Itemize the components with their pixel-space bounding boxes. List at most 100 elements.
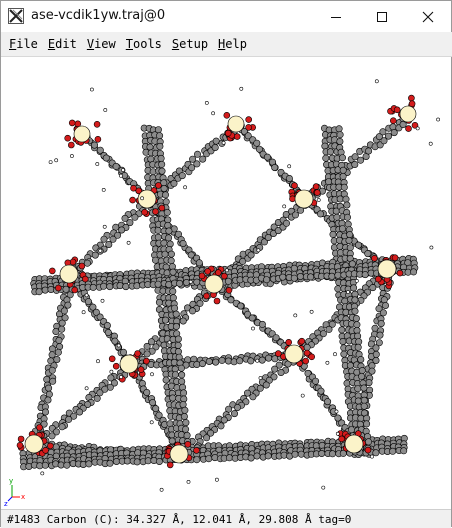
- carbon-atom[interactable]: [205, 455, 213, 463]
- oxygen-atom[interactable]: [143, 357, 150, 365]
- carbon-atom[interactable]: [321, 142, 329, 150]
- oxygen-atom[interactable]: [134, 350, 141, 357]
- carbon-atom[interactable]: [100, 282, 108, 290]
- carbon-atom[interactable]: [162, 316, 170, 324]
- oxygen-atom[interactable]: [141, 208, 148, 216]
- carbon-atom[interactable]: [89, 283, 97, 291]
- menu-view[interactable]: View: [82, 34, 121, 54]
- oxygen-atom[interactable]: [68, 119, 76, 127]
- carbon-atom[interactable]: [56, 343, 64, 351]
- carbon-atom[interactable]: [118, 226, 126, 234]
- metal-atom[interactable]: [59, 264, 79, 284]
- carbon-atom[interactable]: [169, 287, 177, 295]
- carbon-atom[interactable]: [158, 160, 166, 168]
- metal-atom[interactable]: [377, 259, 397, 279]
- carbon-atom[interactable]: [157, 154, 165, 162]
- carbon-atom[interactable]: [376, 331, 384, 339]
- oxygen-atom[interactable]: [291, 182, 298, 189]
- carbon-atom[interactable]: [162, 198, 170, 206]
- carbon-atom[interactable]: [52, 327, 60, 335]
- carbon-atom[interactable]: [343, 379, 351, 387]
- carbon-atom[interactable]: [58, 319, 66, 327]
- carbon-atom[interactable]: [174, 335, 182, 343]
- carbon-atom[interactable]: [84, 298, 92, 306]
- carbon-atom[interactable]: [113, 457, 121, 465]
- hydrogen-atom[interactable]: [287, 164, 292, 169]
- carbon-atom[interactable]: [111, 337, 119, 345]
- oxygen-atom[interactable]: [64, 134, 72, 142]
- carbon-atom[interactable]: [35, 288, 43, 296]
- carbon-atom[interactable]: [340, 350, 348, 358]
- carbon-atom[interactable]: [290, 264, 298, 272]
- carbon-atom[interactable]: [352, 314, 360, 322]
- carbon-atom[interactable]: [351, 307, 359, 315]
- oxygen-atom[interactable]: [78, 262, 86, 270]
- oxygen-atom[interactable]: [203, 292, 210, 300]
- carbon-atom[interactable]: [328, 450, 336, 458]
- oxygen-atom[interactable]: [338, 435, 345, 443]
- carbon-atom[interactable]: [165, 227, 173, 235]
- carbon-atom[interactable]: [330, 244, 338, 252]
- menu-help[interactable]: Help: [213, 34, 252, 54]
- carbon-atom[interactable]: [348, 260, 356, 268]
- carbon-atom[interactable]: [143, 388, 151, 396]
- carbon-atom[interactable]: [360, 396, 368, 404]
- carbon-atom[interactable]: [182, 419, 190, 427]
- carbon-atom[interactable]: [179, 240, 187, 248]
- carbon-atom[interactable]: [336, 138, 344, 146]
- carbon-atom[interactable]: [158, 167, 166, 175]
- hydrogen-atom[interactable]: [159, 487, 164, 492]
- carbon-atom[interactable]: [247, 251, 255, 259]
- oxygen-atom[interactable]: [371, 255, 378, 262]
- carbon-atom[interactable]: [318, 449, 326, 457]
- carbon-atom[interactable]: [171, 304, 179, 312]
- carbon-atom[interactable]: [112, 162, 120, 170]
- oxygen-atom[interactable]: [204, 268, 211, 275]
- hydrogen-atom[interactable]: [84, 386, 89, 391]
- carbon-atom[interactable]: [249, 393, 257, 401]
- carbon-atom[interactable]: [123, 457, 131, 465]
- carbon-atom[interactable]: [225, 454, 233, 462]
- carbon-atom[interactable]: [146, 143, 154, 151]
- carbon-atom[interactable]: [316, 210, 324, 218]
- carbon-atom[interactable]: [303, 343, 311, 351]
- carbon-atom[interactable]: [262, 381, 270, 389]
- metal-atom[interactable]: [169, 444, 189, 464]
- carbon-atom[interactable]: [354, 332, 362, 340]
- carbon-atom[interactable]: [122, 283, 130, 291]
- menu-tools[interactable]: Tools: [121, 34, 167, 54]
- carbon-atom[interactable]: [183, 431, 191, 439]
- carbon-atom[interactable]: [363, 420, 371, 428]
- carbon-atom[interactable]: [41, 408, 49, 416]
- carbon-atom[interactable]: [48, 351, 56, 359]
- carbon-atom[interactable]: [338, 154, 346, 162]
- hydrogen-atom[interactable]: [150, 372, 154, 377]
- metal-atom[interactable]: [24, 434, 44, 454]
- hydrogen-atom[interactable]: [54, 158, 59, 163]
- oxygen-atom[interactable]: [396, 269, 404, 277]
- carbon-atom[interactable]: [389, 447, 397, 455]
- carbon-atom[interactable]: [41, 461, 49, 469]
- carbon-atom[interactable]: [340, 183, 348, 191]
- carbon-atom[interactable]: [162, 191, 170, 199]
- oxygen-atom[interactable]: [155, 182, 162, 189]
- hydrogen-atom[interactable]: [300, 393, 305, 398]
- hydrogen-atom[interactable]: [103, 108, 108, 112]
- carbon-atom[interactable]: [156, 142, 164, 150]
- oxygen-atom[interactable]: [225, 287, 233, 294]
- oxygen-atom[interactable]: [221, 272, 228, 280]
- carbon-atom[interactable]: [193, 160, 201, 168]
- hydrogen-atom[interactable]: [346, 290, 350, 294]
- carbon-atom[interactable]: [354, 343, 362, 351]
- carbon-atom[interactable]: [369, 284, 377, 292]
- carbon-atom[interactable]: [133, 458, 141, 466]
- hydrogen-atom[interactable]: [84, 293, 89, 298]
- carbon-atom[interactable]: [109, 235, 117, 243]
- carbon-atom[interactable]: [372, 344, 380, 352]
- carbon-atom[interactable]: [317, 387, 325, 395]
- hydrogen-atom[interactable]: [121, 168, 125, 172]
- carbon-atom[interactable]: [297, 450, 305, 458]
- carbon-atom[interactable]: [43, 375, 51, 383]
- carbon-atom[interactable]: [48, 345, 56, 353]
- oxygen-atom[interactable]: [42, 446, 49, 454]
